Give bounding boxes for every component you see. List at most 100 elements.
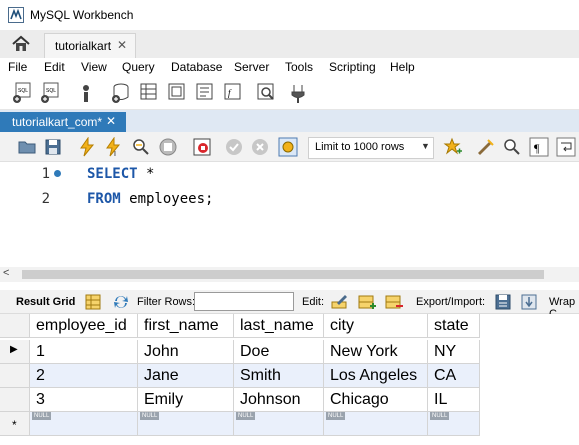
- svg-text:¶: ¶: [534, 141, 540, 155]
- row-header[interactable]: *: [0, 412, 30, 436]
- table-cell[interactable]: NULL: [234, 412, 324, 436]
- grid-view-icon[interactable]: [84, 293, 102, 311]
- new-sql-tab-icon[interactable]: SQL: [12, 82, 32, 104]
- menu-tools[interactable]: Tools: [285, 60, 313, 74]
- save-icon[interactable]: [43, 137, 63, 157]
- result-grid-tab[interactable]: Result Grid: [16, 296, 75, 308]
- menu-help[interactable]: Help: [390, 60, 415, 74]
- menu-query[interactable]: Query: [122, 60, 155, 74]
- edit-label: Edit:: [302, 296, 325, 308]
- invisible-characters-icon[interactable]: ¶: [529, 137, 549, 157]
- table-cell[interactable]: NULL: [324, 412, 428, 436]
- sql-tab-label: tutorialkart_com*: [12, 115, 103, 129]
- add-snippet-icon[interactable]: [443, 137, 463, 157]
- table-cell[interactable]: John: [138, 340, 234, 364]
- current-row-arrow-icon: ▶: [10, 344, 18, 355]
- filter-rows-input[interactable]: [194, 292, 294, 311]
- stop-icon[interactable]: [158, 137, 178, 157]
- menu-scripting[interactable]: Scripting: [329, 60, 376, 74]
- insert-row-icon[interactable]: [358, 293, 376, 311]
- autocommit-toggle-icon[interactable]: [278, 137, 298, 157]
- table-cell[interactable]: NULL: [30, 412, 138, 436]
- table-cell[interactable]: Doe: [234, 340, 324, 364]
- filter-rows-label: Filter Rows:: [137, 296, 196, 308]
- word-wrap-icon[interactable]: [556, 137, 576, 157]
- table-cell[interactable]: NULL: [428, 412, 480, 436]
- window-title: MySQL Workbench: [30, 8, 134, 22]
- menu-server[interactable]: Server: [234, 60, 269, 74]
- find-icon[interactable]: [502, 137, 522, 157]
- refresh-icon[interactable]: [112, 293, 130, 311]
- statement-marker-icon: [54, 170, 61, 177]
- row-header[interactable]: ▶: [0, 340, 30, 364]
- line-number: 2: [41, 191, 50, 207]
- connection-tab-label: tutorialkart: [55, 39, 112, 53]
- column-header-last-name[interactable]: last_name: [234, 314, 324, 338]
- table-cell[interactable]: 1: [30, 340, 138, 364]
- table-cell[interactable]: Smith: [234, 364, 324, 388]
- table-cell[interactable]: Los Angeles: [324, 364, 428, 388]
- edit-row-icon[interactable]: [331, 293, 349, 311]
- limit-rows-select[interactable]: Limit to 1000 rows ▼: [308, 137, 434, 159]
- home-icon[interactable]: [10, 34, 32, 54]
- column-header-employee-id[interactable]: employee_id: [30, 314, 138, 338]
- open-sql-script-icon[interactable]: SQL: [40, 82, 60, 104]
- table-cell[interactable]: NULL: [138, 412, 234, 436]
- table-cell[interactable]: IL: [428, 388, 480, 412]
- open-folder-icon[interactable]: [17, 137, 37, 157]
- menu-file[interactable]: File: [8, 60, 27, 74]
- close-icon[interactable]: ✕: [117, 38, 127, 52]
- menu-database[interactable]: Database: [171, 60, 222, 74]
- menu-view[interactable]: View: [81, 60, 107, 74]
- beautify-icon[interactable]: [475, 137, 495, 157]
- create-view-icon[interactable]: [166, 82, 186, 104]
- reconnect-icon[interactable]: [288, 82, 308, 104]
- horizontal-scrollbar[interactable]: <: [0, 267, 579, 282]
- table-cell[interactable]: NY: [428, 340, 480, 364]
- result-grid[interactable]: employee_id first_name last_name city st…: [0, 314, 579, 445]
- search-table-data-icon[interactable]: [256, 82, 276, 104]
- null-badge: NULL: [326, 412, 346, 420]
- export-icon[interactable]: [494, 293, 512, 311]
- column-header-first-name[interactable]: first_name: [138, 314, 234, 338]
- table-cell[interactable]: CA: [428, 364, 480, 388]
- table-cell[interactable]: Jane: [138, 364, 234, 388]
- toggle-stop-on-error-icon[interactable]: [192, 137, 212, 157]
- row-header[interactable]: [0, 388, 30, 412]
- execute-icon[interactable]: [77, 137, 97, 157]
- table-cell[interactable]: 2: [30, 364, 138, 388]
- table-cell[interactable]: 3: [30, 388, 138, 412]
- table-cell[interactable]: Emily: [138, 388, 234, 412]
- table-cell[interactable]: Chicago: [324, 388, 428, 412]
- null-badge: NULL: [236, 412, 256, 420]
- create-table-icon[interactable]: [138, 82, 158, 104]
- table-cell[interactable]: Johnson: [234, 388, 324, 412]
- explain-icon[interactable]: [131, 137, 151, 157]
- connection-tab[interactable]: tutorialkart ✕: [44, 33, 136, 58]
- sql-keyword: FROM: [87, 191, 121, 207]
- create-function-icon[interactable]: f: [222, 82, 242, 104]
- svg-text:SQL: SQL: [18, 88, 28, 94]
- rollback-icon[interactable]: [250, 137, 270, 157]
- code-line-2[interactable]: FROM employees;: [87, 191, 213, 207]
- scroll-left-arrow-icon[interactable]: <: [3, 267, 9, 279]
- create-procedure-icon[interactable]: [194, 82, 214, 104]
- scrollbar-thumb[interactable]: [22, 270, 544, 279]
- table-cell[interactable]: New York: [324, 340, 428, 364]
- svg-text:SQL: SQL: [46, 88, 56, 94]
- close-icon[interactable]: ✕: [106, 114, 116, 128]
- delete-row-icon[interactable]: [385, 293, 403, 311]
- null-badge: NULL: [430, 412, 450, 420]
- commit-icon[interactable]: [224, 137, 244, 157]
- import-icon[interactable]: [520, 293, 538, 311]
- sql-editor-tab[interactable]: tutorialkart_com* ✕: [0, 112, 126, 132]
- row-header[interactable]: [0, 364, 30, 388]
- schema-inspector-icon[interactable]: [76, 82, 96, 104]
- column-header-state[interactable]: state: [428, 314, 480, 338]
- menu-edit[interactable]: Edit: [44, 60, 65, 74]
- create-schema-icon[interactable]: [111, 82, 131, 104]
- column-header-city[interactable]: city: [324, 314, 428, 338]
- sql-keyword: SELECT: [87, 166, 138, 182]
- execute-current-icon[interactable]: I: [103, 137, 123, 157]
- code-line-1[interactable]: SELECT *: [87, 166, 154, 182]
